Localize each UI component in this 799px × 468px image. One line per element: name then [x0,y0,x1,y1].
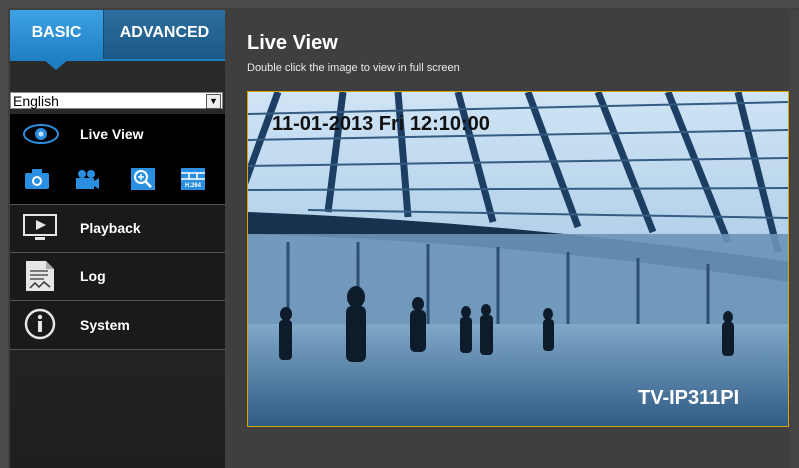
sidebar-item-label: System [80,317,130,333]
sidebar-item-log[interactable]: Log [10,253,225,300]
playback-icon [23,214,57,240]
mode-tabs: BASIC ADVANCED [10,10,225,70]
sidebar-item-label: Playback [80,220,141,236]
divider [10,349,225,350]
sidebar: BASIC ADVANCED English ▼ Live View H.264… [10,10,233,468]
camera-image: 11-01-2013 Fri 12:10:00 TV-IP311PI [248,92,788,426]
language-select-value: English [13,93,59,109]
page-title: Live View [247,32,338,54]
video-timestamp: 11-01-2013 Fri 12:10:00 [272,113,490,135]
info-icon [24,308,56,340]
codec-label: H.264 [185,183,202,189]
sidebar-item-system[interactable]: System [10,301,225,349]
eye-icon [23,124,59,144]
sidebar-item-playback[interactable]: Playback [10,205,225,252]
tab-pointer [42,58,70,70]
video-camera-name: TV-IP311PI [638,387,739,409]
zoom-icon[interactable] [130,167,156,191]
record-icon[interactable] [74,167,100,191]
codec-h264-icon[interactable]: H.264 [180,167,206,191]
sidebar-item-live-view[interactable]: Live View H.264 [10,114,233,204]
language-select[interactable]: English ▼ [10,92,223,109]
sidebar-item-label: Live View [80,126,144,142]
scrollbar[interactable] [789,10,799,468]
page-subtitle: Double click the image to view in full s… [247,62,460,74]
snapshot-icon[interactable] [24,167,50,191]
log-icon [26,261,54,291]
tab-advanced[interactable]: ADVANCED [103,10,225,60]
chevron-down-icon[interactable]: ▼ [206,94,221,109]
main-content: Live View Double click the image to view… [225,10,789,468]
live-video-feed[interactable]: 11-01-2013 Fri 12:10:00 TV-IP311PI [247,91,789,427]
tab-basic[interactable]: BASIC [10,10,103,60]
sidebar-item-label: Log [80,268,106,284]
